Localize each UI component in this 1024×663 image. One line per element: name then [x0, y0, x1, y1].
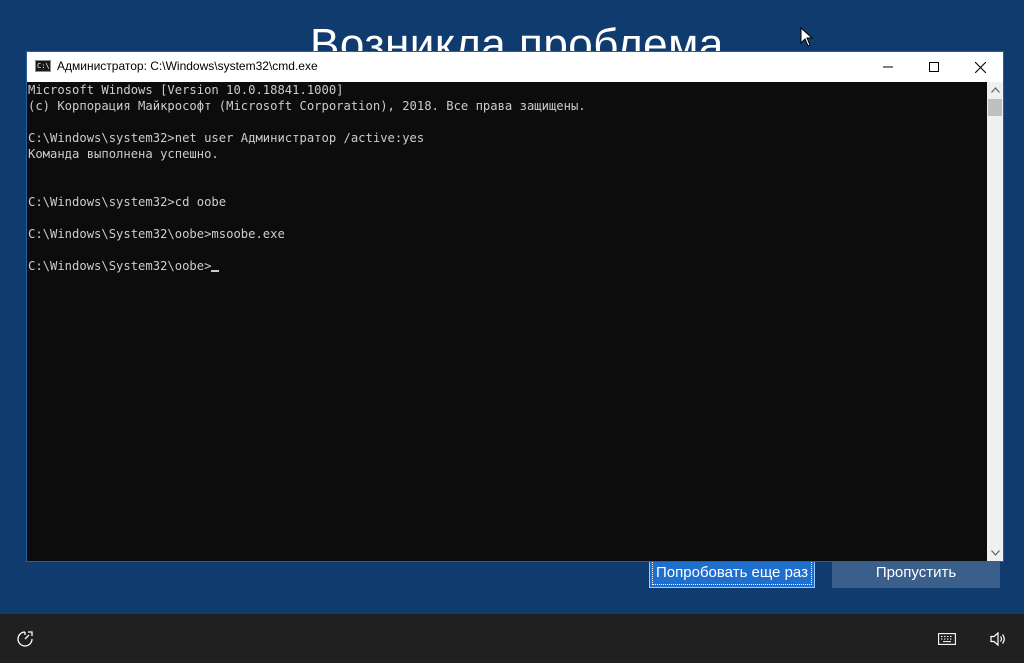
cmd-line: (c) Корпорация Майкрософт (Microsoft Cor… [28, 99, 586, 113]
scroll-up-button[interactable] [987, 82, 1003, 98]
maximize-button[interactable] [911, 52, 957, 82]
minimize-icon [883, 66, 893, 68]
cmd-line [27, 114, 987, 130]
chevron-down-icon [990, 550, 1000, 556]
cmd-line [27, 162, 987, 178]
volume-button[interactable] [987, 628, 1009, 650]
minimize-button[interactable] [865, 52, 911, 82]
close-button[interactable] [957, 52, 1003, 82]
ease-of-access-icon [17, 631, 33, 647]
cmd-prompt: C:\Windows\System32\oobe> [28, 259, 212, 273]
keyboard-button[interactable] [936, 628, 958, 650]
keyboard-icon [938, 633, 956, 645]
scroll-down-button[interactable] [987, 545, 1003, 561]
cmd-line [27, 210, 987, 226]
cmd-window[interactable]: C:\ Администратор: C:\Windows\system32\c… [26, 51, 1004, 562]
text-cursor [211, 270, 220, 272]
cmd-line: C:\Windows\System32\oobe>msoobe.exe [28, 227, 285, 241]
ease-of-access-button[interactable] [14, 628, 36, 650]
maximize-icon [929, 62, 939, 72]
cmd-app-icon: C:\ [35, 60, 51, 72]
chevron-up-icon [990, 87, 1000, 93]
mouse-pointer-icon [800, 27, 814, 47]
cmd-line: Microsoft Windows [Version 10.0.18841.10… [28, 83, 344, 97]
scroll-thumb[interactable] [988, 99, 1002, 116]
cmd-line: Команда выполнена успешно. [28, 147, 219, 161]
cmd-prompt-line[interactable]: C:\Windows\System32\oobe> [27, 258, 987, 274]
vertical-scrollbar[interactable] [987, 82, 1003, 561]
bottom-bar [0, 614, 1024, 663]
cmd-line: C:\Windows\system32>cd oobe [28, 195, 227, 209]
volume-icon [990, 631, 1005, 647]
cmd-output[interactable]: Microsoft Windows [Version 10.0.18841.10… [27, 82, 987, 561]
cmd-line: C:\Windows\system32>net user Администрат… [28, 131, 425, 145]
cmd-line [27, 242, 987, 258]
close-icon [974, 61, 986, 73]
cmd-line [27, 178, 987, 194]
cmd-titlebar[interactable]: C:\ Администратор: C:\Windows\system32\c… [27, 52, 1003, 82]
cmd-window-title: Администратор: C:\Windows\system32\cmd.e… [57, 59, 318, 73]
